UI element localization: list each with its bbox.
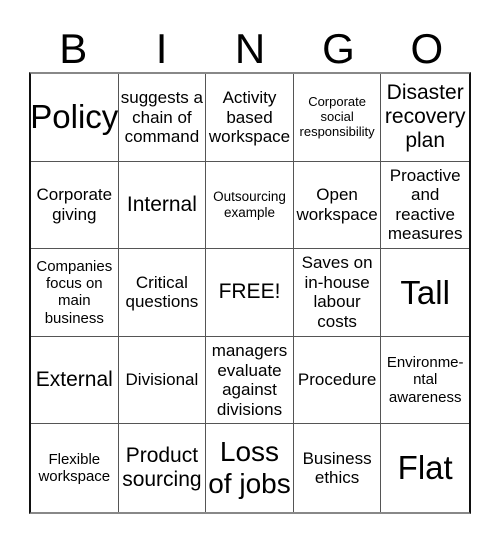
bingo-cell[interactable]: Policy: [31, 74, 119, 162]
bingo-cell[interactable]: Tall: [381, 249, 469, 337]
cell-text: Product sourcing: [122, 444, 202, 492]
bingo-cell[interactable]: External: [31, 336, 119, 425]
bingo-cell[interactable]: Companies focus on main business: [31, 249, 119, 337]
bingo-cell[interactable]: Critical questions: [118, 249, 207, 337]
free-space-cell[interactable]: FREE!: [206, 249, 294, 337]
cell-text: Tall: [400, 273, 450, 311]
bingo-cell[interactable]: Open workspace: [293, 161, 382, 250]
bingo-cell[interactable]: Loss of jobs: [206, 424, 294, 512]
cell-text: External: [35, 368, 113, 392]
cell-text: Open workspace: [296, 185, 378, 224]
cell-text: Environme-ntal awareness: [386, 354, 464, 406]
bingo-cell[interactable]: Flexible workspace: [31, 424, 119, 512]
cell-text: Policy: [31, 98, 119, 136]
cell-text: Procedure: [297, 370, 377, 390]
bingo-cell[interactable]: Corporate social responsibility: [293, 74, 382, 162]
header-letter-n: N: [234, 25, 266, 72]
cell-text: Companies focus on main business: [36, 257, 113, 327]
cell-text: Loss of jobs: [208, 436, 291, 500]
header-letter-b: B: [59, 25, 88, 72]
bingo-cell[interactable]: Flat: [381, 424, 469, 512]
cell-text: Divisional: [125, 370, 199, 390]
bingo-header: B I N G O: [29, 26, 471, 72]
header-letter-i: I: [155, 25, 168, 72]
bingo-cell[interactable]: Proactive and reactive measures: [381, 162, 469, 250]
bingo-cell[interactable]: Activity based workspace: [206, 74, 294, 162]
bingo-cell[interactable]: Business ethics: [294, 424, 382, 512]
cell-text: Saves on in-house labour costs: [301, 253, 373, 332]
bingo-cell[interactable]: managers evaluate against divisions: [206, 336, 294, 425]
bingo-grid: Policy suggests a chain of command Activ…: [29, 72, 471, 514]
cell-text: FREE!: [218, 280, 281, 304]
bingo-cell[interactable]: Outsourcing example: [206, 161, 294, 250]
cell-text: Activity based workspace: [208, 87, 291, 147]
bingo-cell[interactable]: Disaster recovery plan: [381, 74, 469, 162]
cell-text: Corporate giving: [36, 185, 113, 224]
cell-text: Proactive and reactive measures: [387, 165, 463, 244]
cell-text: Business ethics: [302, 448, 372, 488]
bingo-cell[interactable]: Saves on in-house labour costs: [293, 249, 382, 337]
cell-text: suggests a chain of command: [120, 87, 203, 147]
cell-text: Flexible workspace: [38, 450, 111, 486]
cell-text: Internal: [126, 192, 197, 216]
header-letter-o: O: [410, 25, 444, 72]
header-letter-g: G: [322, 25, 355, 72]
cell-text: Disaster recovery plan: [384, 81, 466, 153]
bingo-cell[interactable]: Product sourcing: [119, 424, 207, 512]
cell-text: managers evaluate against divisions: [211, 341, 288, 419]
cell-text: Flat: [397, 449, 453, 487]
bingo-cell[interactable]: Divisional: [118, 336, 207, 425]
cell-text: Corporate social responsibility: [299, 93, 375, 139]
bingo-cell[interactable]: Internal: [118, 161, 207, 250]
cell-text: Critical questions: [125, 272, 199, 312]
cell-text: Outsourcing example: [213, 189, 286, 220]
bingo-cell[interactable]: suggests a chain of command: [118, 74, 207, 162]
bingo-cell[interactable]: Corporate giving: [31, 161, 119, 250]
bingo-cell[interactable]: Environme-ntal awareness: [381, 337, 469, 425]
bingo-cell[interactable]: Procedure: [293, 336, 382, 425]
